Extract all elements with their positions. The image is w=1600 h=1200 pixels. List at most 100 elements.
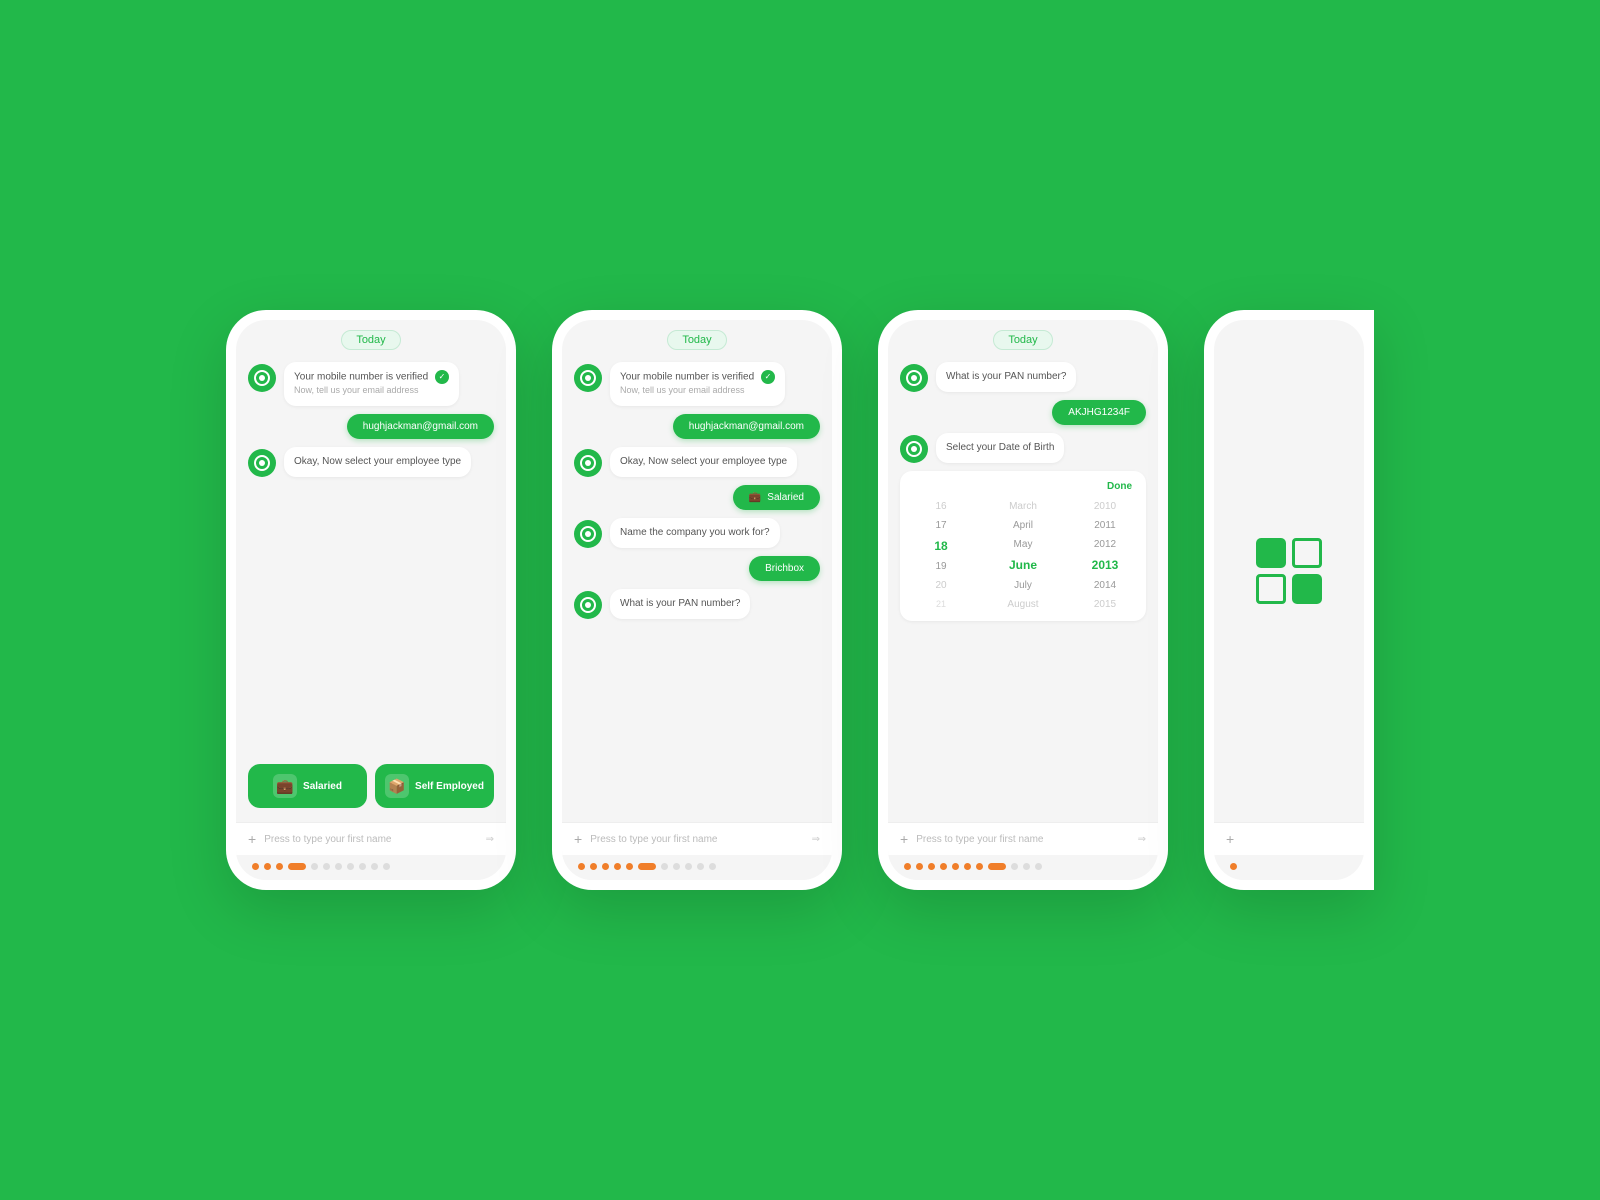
- bot-avatar-2-1: [574, 364, 602, 392]
- bot-bubble-2-4: What is your PAN number?: [610, 589, 750, 619]
- month-item[interactable]: May: [982, 536, 1064, 553]
- month-item-active[interactable]: June: [982, 555, 1064, 575]
- day-column: 16 17 18 19 20 21: [900, 498, 982, 613]
- bot-msg-2-2: Okay, Now select your employee type: [574, 447, 820, 477]
- day-item[interactable]: 20: [900, 577, 982, 594]
- day-item[interactable]: 17: [900, 517, 982, 534]
- user-email-2: hughjackman@gmail.com: [574, 414, 820, 439]
- bot-msg-3-1: What is your PAN number?: [900, 362, 1146, 392]
- salaried-button[interactable]: 💼 Salaried: [248, 764, 367, 808]
- dot: [323, 863, 330, 870]
- user-pan: AKJHG1234F: [900, 400, 1146, 425]
- date-done-button[interactable]: Done: [1107, 481, 1132, 492]
- year-item-active[interactable]: 2013: [1064, 555, 1146, 575]
- phone-4-partial: +: [1204, 310, 1374, 890]
- dot: [709, 863, 716, 870]
- today-badge-3: Today: [900, 330, 1146, 350]
- input-bar-1[interactable]: + Press to type your first name ⇒: [236, 822, 506, 855]
- day-item-active[interactable]: 18: [900, 536, 982, 556]
- today-label-1: Today: [341, 330, 400, 350]
- dot: [311, 863, 318, 870]
- month-item[interactable]: March: [982, 498, 1064, 515]
- bot-message-1: Your mobile number is verified ✓ Now, te…: [248, 362, 494, 406]
- check-icon-1: ✓: [435, 370, 449, 384]
- phone-1: Today Your mobile number is verified ✓ N…: [226, 310, 516, 890]
- dot: [626, 863, 633, 870]
- month-item[interactable]: August: [982, 596, 1064, 613]
- input-bar-4[interactable]: +: [1214, 822, 1364, 855]
- input-bar-3[interactable]: + Press to type your first name ⇒: [888, 822, 1158, 855]
- dot: [1230, 863, 1237, 870]
- bot-bubble-3-1: What is your PAN number?: [936, 362, 1076, 392]
- plus-icon-4: +: [1226, 831, 1234, 847]
- logo-block-4: [1292, 574, 1322, 604]
- dot: [661, 863, 668, 870]
- dot: [590, 863, 597, 870]
- send-icon-3[interactable]: ⇒: [1138, 834, 1146, 845]
- self-employed-button[interactable]: 📦 Self Employed: [375, 764, 494, 808]
- logo-row-1: [1256, 538, 1322, 568]
- input-bar-2[interactable]: + Press to type your first name ⇒: [562, 822, 832, 855]
- salaried-icon: 💼: [273, 774, 297, 798]
- bot-bubble-2-2: Okay, Now select your employee type: [610, 447, 797, 477]
- user-email-1: hughjackman@gmail.com: [248, 414, 494, 439]
- bot-avatar-3-2: [900, 435, 928, 463]
- dot: [1023, 863, 1030, 870]
- dot: [916, 863, 923, 870]
- day-item[interactable]: 21: [900, 596, 982, 612]
- today-badge-1: Today: [248, 330, 494, 350]
- bot-bubble-2-3: Name the company you work for?: [610, 518, 780, 548]
- dot: [578, 863, 585, 870]
- dot-current: [988, 863, 1006, 870]
- day-item[interactable]: 19: [900, 558, 982, 575]
- progress-bar-3: [888, 855, 1158, 880]
- logo-block-1: [1256, 538, 1286, 568]
- month-item[interactable]: April: [982, 517, 1064, 534]
- bot-avatar-2-4: [574, 591, 602, 619]
- dot: [359, 863, 366, 870]
- month-column: March April May June July August: [982, 498, 1064, 613]
- logo-row-2: [1256, 574, 1322, 604]
- dot: [928, 863, 935, 870]
- date-picker[interactable]: Done 16 17 18 19 20 21: [900, 471, 1146, 621]
- bot-avatar-2-2: [574, 449, 602, 477]
- bot-avatar-2: [248, 449, 276, 477]
- bot-bubble-2: Okay, Now select your employee type: [284, 447, 471, 477]
- user-brichbox: Brichbox: [574, 556, 820, 581]
- dot-current: [638, 863, 656, 870]
- year-item[interactable]: 2011: [1064, 517, 1146, 534]
- today-label-2: Today: [667, 330, 726, 350]
- send-icon-1[interactable]: ⇒: [486, 834, 494, 845]
- logo-block-3: [1256, 574, 1286, 604]
- bot-msg-2-3: Name the company you work for?: [574, 518, 820, 548]
- bot-message-2: Okay, Now select your employee type: [248, 447, 494, 477]
- salaried-icon-2: 💼: [749, 492, 761, 503]
- user-salaried: 💼 Salaried: [574, 485, 820, 510]
- year-column: 2010 2011 2012 2013 2014 2015: [1064, 498, 1146, 613]
- dot: [685, 863, 692, 870]
- bot-avatar-2-3: [574, 520, 602, 548]
- dot: [1011, 863, 1018, 870]
- dot: [976, 863, 983, 870]
- dot: [614, 863, 621, 870]
- dot: [264, 863, 271, 870]
- year-item[interactable]: 2012: [1064, 536, 1146, 553]
- month-item[interactable]: July: [982, 577, 1064, 594]
- dot: [383, 863, 390, 870]
- send-icon-2[interactable]: ⇒: [812, 834, 820, 845]
- progress-bar-1: [236, 855, 506, 880]
- bot-avatar-1: [248, 364, 276, 392]
- day-item[interactable]: 16: [900, 498, 982, 515]
- plus-icon-2: +: [574, 831, 582, 847]
- dot: [252, 863, 259, 870]
- year-item[interactable]: 2014: [1064, 577, 1146, 594]
- check-icon-2: ✓: [761, 370, 775, 384]
- dot: [964, 863, 971, 870]
- bot-msg-2-1: Your mobile number is verified ✓ Now, te…: [574, 362, 820, 406]
- year-item[interactable]: 2010: [1064, 498, 1146, 515]
- progress-bar-4: [1214, 855, 1364, 880]
- plus-icon-3: +: [900, 831, 908, 847]
- year-item[interactable]: 2015: [1064, 596, 1146, 613]
- dot: [1035, 863, 1042, 870]
- logo-block-2: [1292, 538, 1322, 568]
